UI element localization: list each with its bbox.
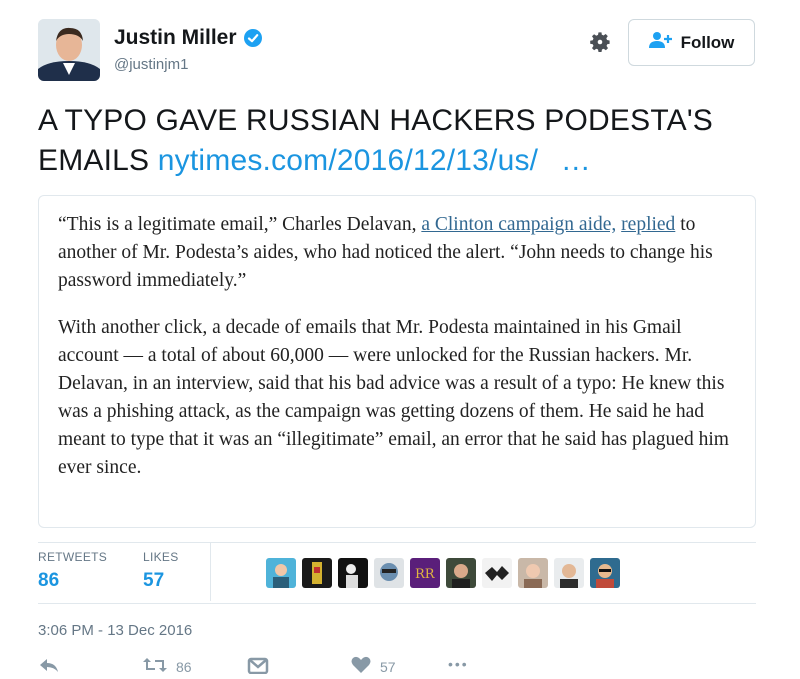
liker-avatar[interactable]: RR xyxy=(410,558,440,588)
like-button[interactable]: 57 xyxy=(350,656,396,677)
like-action-count: 57 xyxy=(380,658,396,675)
likes-stat[interactable]: LIKES 57 xyxy=(143,550,179,592)
quote-link-clinton-aide[interactable]: a Clinton campaign aide, xyxy=(421,214,616,235)
tweet-actions: 86 57 ••• xyxy=(38,656,538,679)
add-user-icon xyxy=(648,31,673,54)
liker-avatar[interactable] xyxy=(518,558,548,588)
liker-avatar[interactable] xyxy=(554,558,584,588)
gear-icon[interactable] xyxy=(588,30,612,54)
follow-button[interactable]: Follow xyxy=(628,19,755,66)
quote-p1-text-a: “This is a legitimate email,” Charles De… xyxy=(58,214,422,235)
stats-separator xyxy=(210,543,211,601)
tweet-text: A TYPO GAVE RUSSIAN HACKERS PODESTA'S EM… xyxy=(38,101,768,181)
liker-avatar[interactable] xyxy=(302,558,332,588)
article-quote: “This is a legitimate email,” Charles De… xyxy=(58,211,738,501)
retweet-icon xyxy=(142,656,168,677)
liker-avatar[interactable] xyxy=(266,558,296,588)
retweets-label: RETWEETS xyxy=(38,550,108,564)
reply-button[interactable] xyxy=(38,656,60,677)
liker-avatar[interactable] xyxy=(590,558,620,588)
quote-link-replied[interactable]: replied xyxy=(621,214,675,235)
more-icon: ••• xyxy=(448,656,469,672)
verified-badge-icon xyxy=(243,28,263,48)
more-button[interactable]: ••• xyxy=(448,656,469,672)
likes-count: 57 xyxy=(143,570,165,591)
retweets-stat[interactable]: RETWEETS 86 xyxy=(38,550,107,592)
avatar[interactable] xyxy=(38,19,100,81)
follow-button-label: Follow xyxy=(680,32,735,52)
heart-icon xyxy=(350,656,372,677)
retweet-action-count: 86 xyxy=(176,658,192,675)
liker-avatar[interactable] xyxy=(374,558,404,588)
likers-avatars: RR xyxy=(266,558,620,588)
direct-message-button[interactable] xyxy=(247,656,269,677)
tweet-link-ellipsis[interactable]: … xyxy=(561,144,591,177)
retweets-count: 86 xyxy=(38,570,60,591)
quote-paragraph-2: With another click, a decade of emails t… xyxy=(58,317,729,478)
stats-divider-bottom xyxy=(38,603,756,604)
user-name-text[interactable]: Justin Miller xyxy=(114,26,237,50)
liker-avatar[interactable] xyxy=(338,558,368,588)
tweet-link[interactable]: nytimes.com/2016/12/13/us/ xyxy=(158,144,538,177)
svg-text:RR: RR xyxy=(415,567,436,582)
retweet-button[interactable]: 86 xyxy=(142,656,192,677)
message-icon xyxy=(247,656,269,677)
tweet-timestamp[interactable]: 3:06 PM - 13 Dec 2016 xyxy=(38,622,192,639)
liker-avatar[interactable] xyxy=(446,558,476,588)
user-handle[interactable]: @justinjm1 xyxy=(114,56,188,73)
quote-paragraph-1: “This is a legitimate email,” Charles De… xyxy=(58,211,738,295)
user-name[interactable]: Justin Miller xyxy=(114,26,263,50)
stats-divider-top xyxy=(38,542,756,543)
article-quote-card[interactable]: “This is a legitimate email,” Charles De… xyxy=(38,195,756,528)
likes-label: LIKES xyxy=(143,550,179,564)
liker-avatar[interactable] xyxy=(482,558,512,588)
reply-icon xyxy=(38,656,60,677)
